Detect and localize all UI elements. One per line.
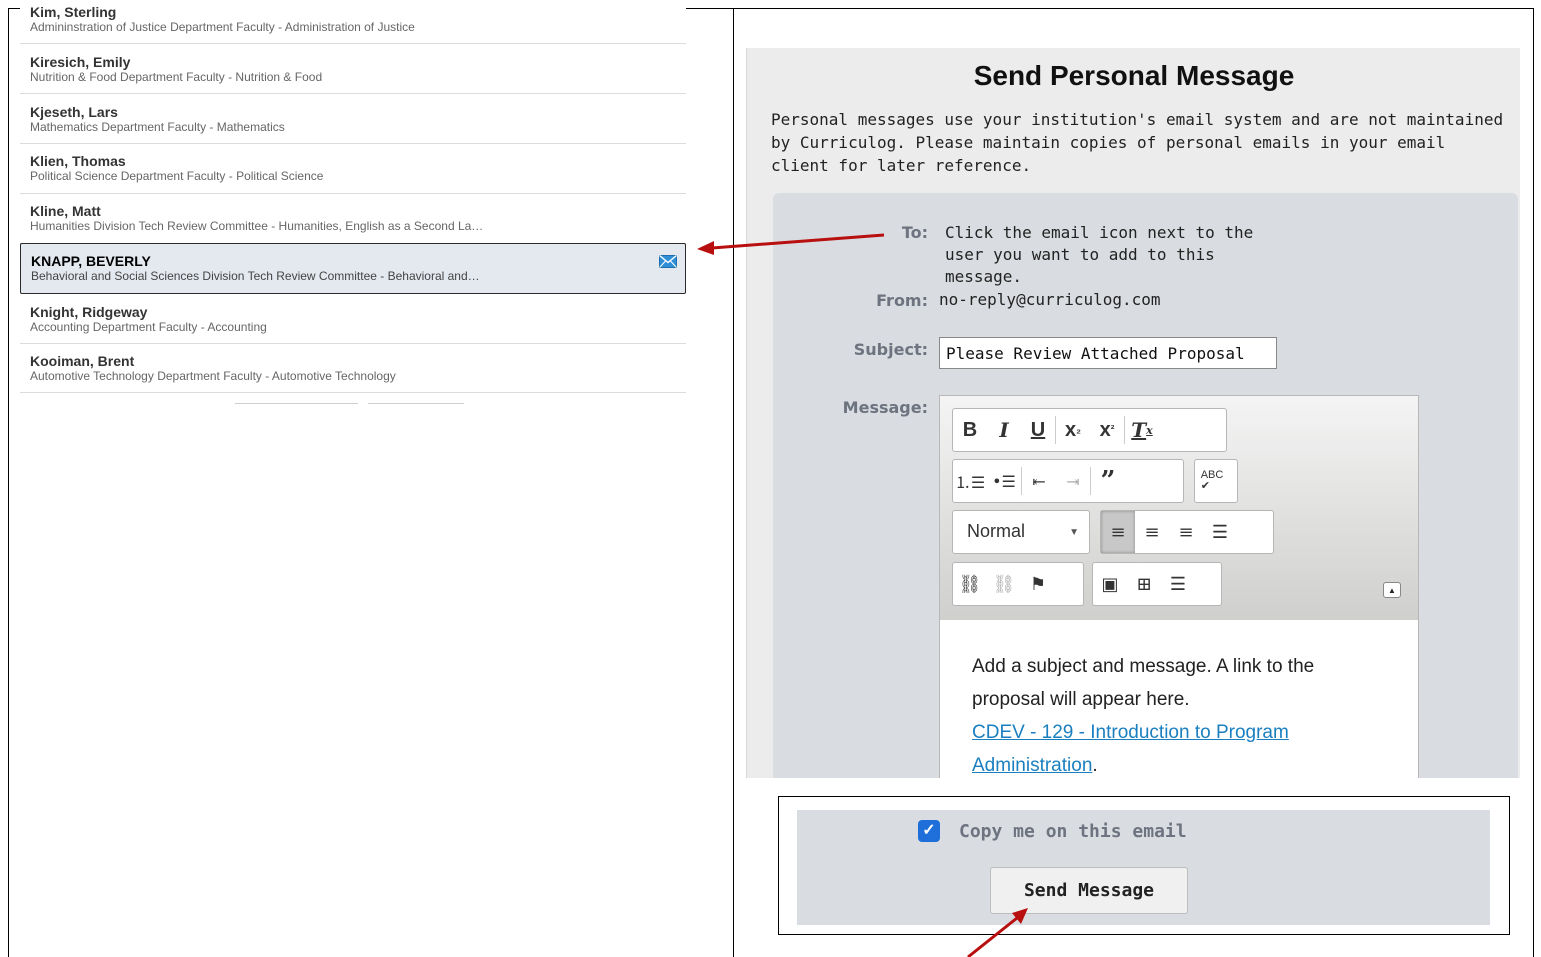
subscript-icon[interactable]: x₂ [1056, 409, 1090, 451]
decrease-indent-icon[interactable]: ⇤ [1022, 460, 1056, 502]
proposal-link[interactable]: CDEV - 129 - Introduction to Program Adm… [972, 722, 1289, 776]
table-icon[interactable]: ⊞ [1127, 563, 1161, 605]
user-subtitle: Behavioral and Social Sciences Division … [31, 269, 480, 283]
user-name: Knight, Ridgeway [30, 304, 148, 320]
intro-text: Personal messages use your institution's… [771, 110, 1504, 175]
align-center-icon[interactable]: ≡ [1135, 511, 1169, 553]
list-item[interactable]: Kim, Sterling Admininstration of Justice… [20, 0, 686, 44]
increase-indent-icon[interactable]: ⇥ [1056, 460, 1090, 502]
user-name: Kjeseth, Lars [30, 104, 118, 120]
user-subtitle: Mathematics Department Faculty - Mathema… [30, 120, 285, 134]
editor-text: Add a subject and message. A link to the… [972, 656, 1315, 710]
superscript-icon[interactable]: x² [1090, 409, 1124, 451]
user-name: Kiresich, Emily [30, 54, 131, 70]
list-item[interactable]: Kiresich, Emily Nutrition & Food Departm… [20, 44, 686, 94]
arrow-to-envelope-head [697, 241, 714, 255]
list-item[interactable]: Kline, Matt Humanities Division Tech Rev… [20, 194, 686, 244]
frame-left-border [8, 8, 9, 957]
from-label: From: [876, 291, 928, 310]
pagination-button[interactable] [368, 403, 464, 406]
to-label: To: [901, 223, 928, 242]
unlink-icon[interactable]: ⛓ [987, 563, 1021, 605]
subject-input[interactable] [939, 337, 1277, 369]
frame-middle-divider [733, 8, 734, 957]
editor-content[interactable]: Add a subject and message. A link to the… [940, 620, 1418, 778]
user-subtitle: Automotive Technology Department Faculty… [30, 369, 396, 383]
bold-icon[interactable]: B [953, 409, 987, 451]
user-subtitle: Accounting Department Faculty - Accounti… [30, 320, 267, 334]
rich-text-editor[interactable]: B I U x₂ x² Tx ⒈☰ •☰ ⇤ ⇥ ” ABC ✔ Normal … [939, 395, 1419, 778]
pagination-button[interactable] [235, 403, 358, 406]
user-list: Kim, Sterling Admininstration of Justice… [20, 0, 686, 406]
user-subtitle: Humanities Division Tech Review Committe… [30, 219, 484, 233]
copy-me-checkbox[interactable]: ✓ [918, 820, 940, 842]
from-value: no-reply@curriculog.com [939, 290, 1161, 309]
message-form: To: Click the email icon next to the use… [773, 193, 1518, 778]
editor-toolbar: B I U x₂ x² Tx ⒈☰ •☰ ⇤ ⇥ ” ABC ✔ Normal … [940, 396, 1418, 620]
italic-icon[interactable]: I [987, 409, 1021, 451]
remove-format-icon[interactable]: Tx [1125, 409, 1159, 451]
align-justify-icon[interactable]: ☰ [1203, 511, 1237, 553]
toolbar-group-align: ≡ ≡ ≡ ☰ [1100, 510, 1274, 554]
anchor-flag-icon[interactable]: ⚑ [1021, 563, 1055, 605]
bulleted-list-icon[interactable]: •☰ [987, 460, 1021, 502]
image-icon[interactable]: ▣ [1093, 563, 1127, 605]
blockquote-icon[interactable]: ” [1091, 460, 1125, 502]
chevron-down-icon: ▼ [1069, 527, 1079, 538]
horizontal-line-icon[interactable]: ☰ [1161, 563, 1195, 605]
user-subtitle: Political Science Department Faculty - P… [30, 169, 324, 183]
list-item[interactable]: Kooiman, Brent Automotive Technology Dep… [20, 343, 686, 393]
user-subtitle: Nutrition & Food Department Faculty - Nu… [30, 70, 323, 84]
frame-right-border [1533, 8, 1534, 957]
list-item-selected[interactable]: KNAPP, BEVERLY Behavioral and Social Sci… [20, 243, 686, 294]
subject-label: Subject: [853, 340, 928, 359]
toolbar-group-basic-styles: B I U x₂ x² Tx [952, 408, 1227, 452]
toolbar-group-links: ⛓ ⛓ ⚑ [952, 562, 1084, 606]
user-name: Kooiman, Brent [30, 353, 135, 369]
to-value: Click the email icon next to the user yo… [945, 223, 1254, 286]
envelope-icon[interactable] [659, 255, 677, 268]
underline-icon[interactable]: U [1021, 409, 1055, 451]
align-right-icon[interactable]: ≡ [1169, 511, 1203, 553]
toolbar-group-insert: ▣ ⊞ ☰ [1092, 562, 1222, 606]
format-select-value: Normal [967, 521, 1026, 541]
user-name: KNAPP, BEVERLY [31, 253, 151, 269]
user-name: Klien, Thomas [30, 153, 126, 169]
numbered-list-icon[interactable]: ⒈☰ [953, 460, 987, 502]
user-subtitle: Admininstration of Justice Department Fa… [30, 20, 415, 34]
link-icon[interactable]: ⛓ [953, 563, 987, 605]
align-left-icon[interactable]: ≡ [1101, 511, 1135, 553]
send-message-button[interactable]: Send Message [990, 867, 1188, 914]
format-select[interactable]: Normal ▼ [952, 510, 1090, 554]
send-options-panel: ✓ Copy me on this email Send Message [797, 810, 1490, 925]
spellcheck-icon[interactable]: ABC ✔ [1195, 460, 1229, 502]
send-personal-message-panel: Send Personal Message Personal messages … [746, 48, 1520, 778]
panel-title: Send Personal Message [973, 60, 1295, 91]
message-label: Message: [842, 398, 928, 417]
user-name: Kim, Sterling [30, 4, 117, 20]
user-name: Kline, Matt [30, 203, 101, 219]
editor-period: . [1092, 755, 1098, 776]
list-item[interactable]: Knight, Ridgeway Accounting Department F… [20, 294, 686, 344]
copy-me-label: Copy me on this email [959, 821, 1187, 842]
list-item[interactable]: Klien, Thomas Political Science Departme… [20, 144, 686, 194]
send-options-callout: ✓ Copy me on this email Send Message [778, 796, 1510, 935]
collapse-toolbar-icon[interactable]: ▲ [1383, 582, 1401, 598]
list-item[interactable]: Kjeseth, Lars Mathematics Department Fac… [20, 94, 686, 144]
toolbar-group-spellcheck: ABC ✔ [1194, 459, 1238, 503]
toolbar-group-paragraph: ⒈☰ •☰ ⇤ ⇥ ” [952, 459, 1184, 503]
